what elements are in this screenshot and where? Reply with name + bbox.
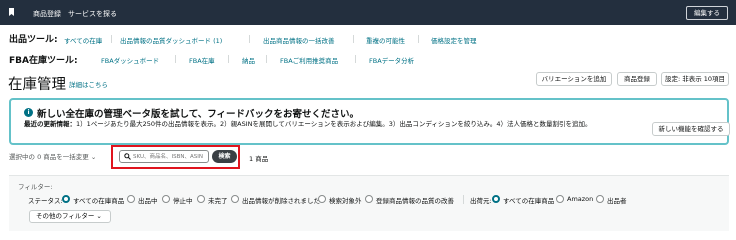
banner-title: 新しい全在庫の管理ベータ版を試して、フィードバックをお寄せください。	[37, 109, 360, 120]
link-fba-dashboard[interactable]: FBAダッシュボード	[101, 55, 159, 65]
beta-feedback-banner: i 新しい全在庫の管理ベータ版を試して、フィードバックをお寄せください。 最近の…	[9, 98, 730, 145]
banner-body: 最近の更新情報：1）1ページあたり最大250件の出品情報を表示。2）親ASINを…	[24, 120, 620, 129]
divider	[353, 35, 354, 43]
fba-tools-label: FBA在庫ツール:	[9, 56, 78, 66]
divider	[418, 35, 419, 43]
banner-body-text: 1）1ページあたり最大250件の出品情報を表示。2）親ASINを展開してバリエー…	[76, 120, 592, 128]
divider	[249, 35, 250, 43]
radio-fulfillment-all[interactable]	[492, 195, 500, 203]
radio-label: 出品者	[607, 197, 627, 205]
radio-fulfillment-amazon[interactable]	[556, 195, 564, 203]
link-possible-duplicates[interactable]: 重複の可能性	[366, 35, 405, 45]
radio-label: すべての在庫商品	[73, 197, 125, 205]
radio-status-inactive[interactable]	[162, 195, 170, 203]
filter-label: フィルター:	[18, 183, 53, 191]
check-new-features-button[interactable]: 新しい機能を確認する	[652, 122, 730, 136]
link-fba-inventory[interactable]: FBA在庫	[189, 55, 215, 65]
fulfillment-filter-label: 出荷元:	[470, 197, 492, 205]
link-manage-pricing[interactable]: 価格設定を管理	[431, 35, 477, 45]
bulk-action-dropdown[interactable]: 選択中の 0 商品を一括変更 ⌄	[9, 150, 107, 164]
bookmark-icon[interactable]	[9, 8, 14, 16]
add-variation-button[interactable]: バリエーションを追加	[536, 72, 612, 86]
add-product-button[interactable]: 商品登録	[617, 72, 657, 86]
filter-panel: フィルター: ステータス: すべての在庫商品 出品中 停止中 未完了 出品情報が…	[9, 175, 729, 231]
nav-item-discover-services[interactable]: サービスを探る	[68, 9, 117, 19]
top-navigation-bar: 商品登録 サービスを探る 編集する	[0, 0, 736, 25]
link-all-inventory[interactable]: すべての在庫	[64, 35, 102, 45]
divider	[175, 55, 176, 63]
page-title: 在庫管理	[8, 77, 66, 93]
radio-label: すべての在庫商品	[503, 197, 555, 205]
learn-more-link[interactable]: 詳細はこちら	[69, 79, 108, 89]
radio-status-removed[interactable]	[231, 195, 239, 203]
radio-label: 未完了	[208, 197, 228, 205]
link-shipments[interactable]: 納品	[242, 55, 255, 65]
search-button[interactable]: 検索	[212, 150, 237, 163]
radio-label: Amazon	[567, 195, 594, 203]
link-bulk-improve-listings[interactable]: 出品商品情報の一括改善	[263, 35, 335, 45]
result-count: 1 商品	[249, 155, 269, 163]
listing-tools-label: 出品ツール:	[9, 35, 58, 45]
radio-label: 検索対象外	[329, 197, 362, 205]
divider	[228, 55, 229, 63]
radio-fulfillment-merchant[interactable]	[596, 195, 604, 203]
radio-status-incomplete[interactable]	[197, 195, 205, 203]
radio-status-search-suppressed[interactable]	[318, 195, 326, 203]
banner-body-label: 最近の更新情報：	[24, 120, 76, 128]
radio-status-all[interactable]	[62, 195, 70, 203]
link-fba-data-analysis[interactable]: FBAデータ分析	[369, 55, 414, 65]
settings-hidden-columns-button[interactable]: 設定: 非表示 10項目	[661, 72, 729, 86]
divider	[111, 35, 112, 43]
divider	[355, 55, 356, 63]
info-icon: i	[24, 108, 33, 117]
link-listing-quality-dashboard[interactable]: 出品情報の品質ダッシュボード (1)	[120, 35, 222, 45]
radio-label: 登録商品情報の品質の改善	[376, 197, 454, 205]
link-fba-recommended-products[interactable]: FBAご利用推奨商品	[280, 55, 338, 65]
search-input-container[interactable]	[119, 150, 209, 163]
status-filter-label: ステータス:	[28, 197, 63, 205]
radio-status-active[interactable]	[127, 195, 135, 203]
nav-item-add-product[interactable]: 商品登録	[33, 9, 61, 19]
radio-status-quality-improvement[interactable]	[365, 195, 373, 203]
edit-button[interactable]: 編集する	[686, 6, 728, 20]
radio-label: 出品中	[138, 197, 158, 205]
search-icon	[124, 153, 131, 160]
search-input[interactable]	[133, 152, 207, 162]
radio-label: 停止中	[173, 197, 193, 205]
divider	[266, 55, 267, 63]
radio-label: 出品情報が削除されました	[242, 197, 320, 205]
other-filters-dropdown[interactable]: その他のフィルター ⌄	[29, 210, 111, 223]
divider	[463, 195, 464, 204]
